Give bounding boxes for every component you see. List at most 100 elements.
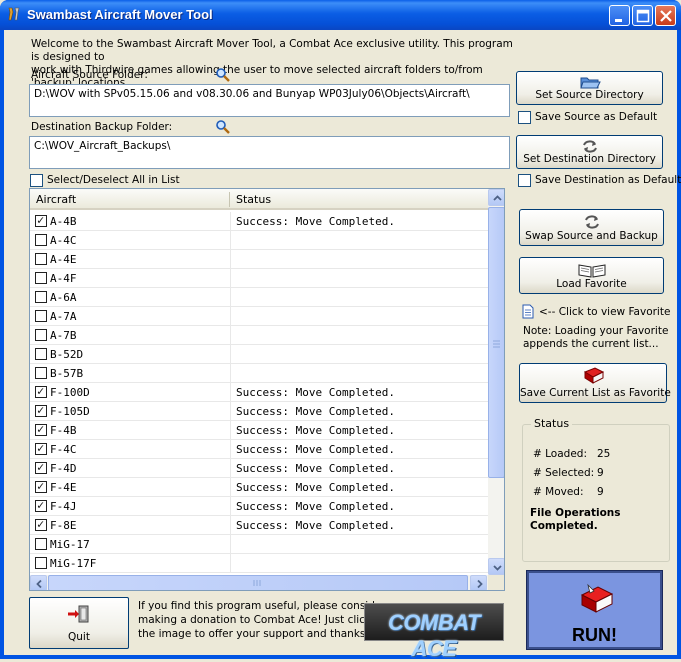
table-row[interactable]: B-52D: [30, 345, 488, 364]
status-group: Status # Loaded: 25 # Selected: 9 # Move…: [522, 417, 670, 562]
row-checkbox[interactable]: [35, 498, 47, 512]
row-checkbox[interactable]: [35, 422, 47, 436]
loaded-count: 25: [597, 448, 611, 460]
status-message-line-1: File Operations: [530, 507, 621, 519]
run-button[interactable]: RUN!: [526, 570, 663, 650]
table-row[interactable]: A-4F: [30, 269, 488, 288]
table-row[interactable]: MiG-17F: [30, 554, 488, 573]
table-row[interactable]: B-57B: [30, 364, 488, 383]
table-row[interactable]: MiG-17: [30, 535, 488, 554]
minimize-icon: [615, 19, 622, 22]
source-folder-field[interactable]: D:\WOV with SPv05.15.06 and v08.30.06 an…: [29, 84, 510, 117]
select-all-checkbox[interactable]: [30, 174, 43, 187]
status-message-line-2: Completed.: [530, 520, 598, 532]
row-checkbox[interactable]: [35, 213, 47, 227]
app-window: Swambast Aircraft Mover Tool Welcome to …: [0, 0, 681, 661]
table-row[interactable]: A-4E: [30, 250, 488, 269]
row-checkbox[interactable]: [35, 348, 47, 360]
search-icon[interactable]: [215, 67, 231, 83]
set-source-label: Set Source Directory: [535, 89, 644, 101]
loaded-label: # Loaded:: [533, 448, 587, 460]
row-status: Success: Move Completed.: [236, 405, 395, 418]
column-status[interactable]: Status: [236, 193, 271, 206]
red-book-icon: [580, 583, 614, 613]
save-destination-default-label: Save Destination as Default: [535, 174, 681, 186]
aircraft-name: F-8E: [50, 519, 77, 532]
table-row[interactable]: F-4J Success: Move Completed.: [30, 497, 488, 516]
table-row[interactable]: A-6A: [30, 288, 488, 307]
table-row[interactable]: F-105D Success: Move Completed.: [30, 402, 488, 421]
row-checkbox[interactable]: [35, 272, 47, 284]
row-checkbox[interactable]: [35, 517, 47, 531]
note-line-2: appends the current list...: [523, 338, 659, 350]
document-icon[interactable]: [522, 304, 534, 319]
save-source-default-checkbox[interactable]: [518, 111, 531, 124]
row-checkbox[interactable]: [35, 234, 47, 246]
scroll-up-button[interactable]: [488, 189, 504, 206]
table-row[interactable]: A-4C: [30, 231, 488, 250]
exit-door-icon: [68, 605, 89, 623]
aircraft-name: A-4C: [50, 234, 77, 247]
maximize-button[interactable]: [632, 5, 653, 26]
row-status: Success: Move Completed.: [236, 481, 395, 494]
column-divider: [230, 554, 231, 573]
scroll-left-button[interactable]: [30, 575, 47, 590]
row-checkbox[interactable]: [35, 460, 47, 474]
scroll-right-button[interactable]: [470, 575, 487, 590]
scroll-thumb[interactable]: [488, 207, 504, 478]
column-aircraft[interactable]: Aircraft: [36, 193, 76, 206]
scroll-down-button[interactable]: [488, 558, 504, 575]
set-destination-button[interactable]: Set Destination Directory: [516, 135, 663, 169]
load-favorite-button[interactable]: Load Favorite: [519, 257, 664, 294]
row-checkbox[interactable]: [35, 479, 47, 493]
swap-button[interactable]: Swap Source and Backup: [519, 209, 664, 246]
horizontal-scroll-thumb[interactable]: [48, 575, 468, 590]
aircraft-name: F-4E: [50, 481, 77, 494]
aircraft-name: F-100D: [50, 386, 90, 399]
table-row[interactable]: F-4E Success: Move Completed.: [30, 478, 488, 497]
table-row[interactable]: A-7A: [30, 307, 488, 326]
row-checkbox[interactable]: [35, 291, 47, 303]
table-row[interactable]: A-4B Success: Move Completed.: [30, 212, 488, 231]
vertical-scrollbar[interactable]: [488, 189, 504, 575]
row-checkbox[interactable]: [35, 367, 47, 379]
title-bar[interactable]: Swambast Aircraft Mover Tool: [0, 0, 681, 30]
aircraft-list[interactable]: Aircraft Status A-4B Success: Move Comple…: [29, 188, 505, 591]
destination-label: Destination Backup Folder:: [31, 121, 173, 133]
save-favorite-button[interactable]: Save Current List as Favorite: [519, 363, 671, 403]
row-checkbox[interactable]: [35, 384, 47, 398]
horizontal-scrollbar[interactable]: [30, 575, 488, 590]
combat-ace-banner[interactable]: COMBAT ACE: [364, 603, 504, 661]
table-row[interactable]: F-4C Success: Move Completed.: [30, 440, 488, 459]
row-checkbox[interactable]: [35, 557, 47, 569]
table-row[interactable]: F-4B Success: Move Completed.: [30, 421, 488, 440]
row-checkbox[interactable]: [35, 310, 47, 322]
table-row[interactable]: F-100D Success: Move Completed.: [30, 383, 488, 402]
row-checkbox[interactable]: [35, 253, 47, 265]
close-button[interactable]: [655, 5, 676, 26]
quit-button[interactable]: Quit: [29, 597, 129, 649]
row-status: Success: Move Completed.: [236, 519, 395, 532]
set-source-button[interactable]: Set Source Directory: [516, 71, 663, 105]
row-checkbox[interactable]: [35, 538, 47, 550]
destination-folder-field[interactable]: C:\WOV_Aircraft_Backups\: [29, 136, 510, 169]
search-icon[interactable]: [215, 119, 231, 135]
row-checkbox[interactable]: [35, 329, 47, 341]
table-row[interactable]: F-4D Success: Move Completed.: [30, 459, 488, 478]
aircraft-name: A-4F: [50, 272, 77, 285]
row-checkbox[interactable]: [35, 441, 47, 455]
column-divider: [230, 383, 231, 402]
table-row[interactable]: A-7B: [30, 326, 488, 345]
minimize-button[interactable]: [609, 5, 630, 26]
app-icon: [8, 7, 20, 21]
banner-text: COMBAT ACE: [388, 610, 480, 661]
table-row[interactable]: F-8E Success: Move Completed.: [30, 516, 488, 535]
selected-label: # Selected:: [533, 467, 595, 479]
view-favorite-link[interactable]: <-- Click to view Favorite: [539, 306, 670, 318]
refresh-arrows-icon: [582, 140, 597, 153]
row-checkbox[interactable]: [35, 403, 47, 417]
column-divider: [230, 516, 231, 535]
moved-label: # Moved:: [533, 486, 584, 498]
save-destination-default-checkbox[interactable]: [518, 174, 531, 187]
moved-count: 9: [597, 486, 604, 498]
